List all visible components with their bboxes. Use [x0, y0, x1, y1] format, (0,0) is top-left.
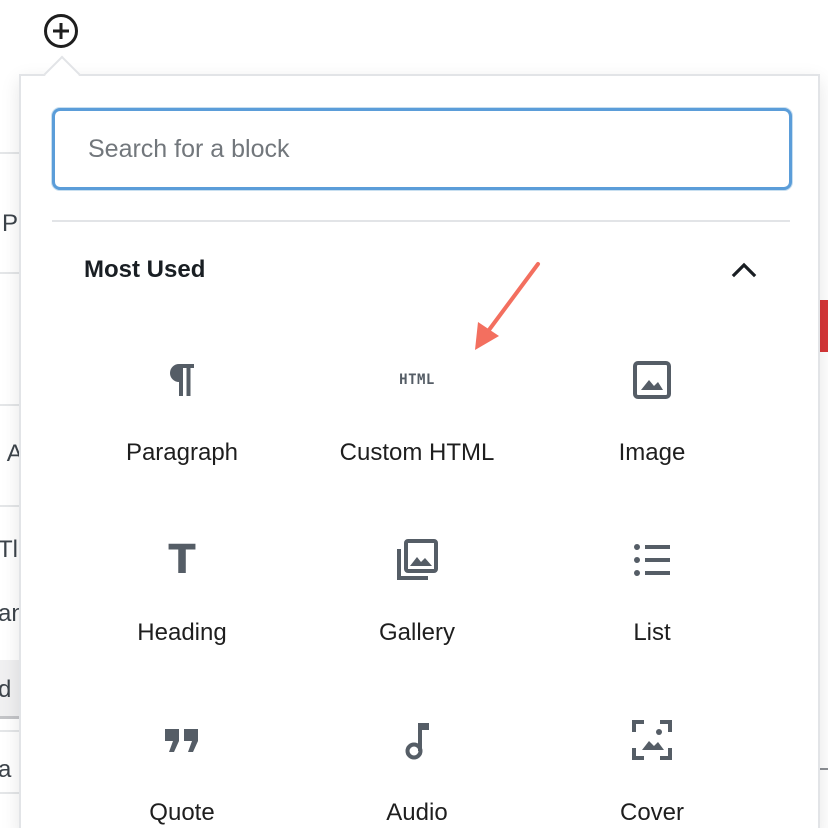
search-input[interactable]: [55, 111, 789, 187]
block-paragraph[interactable]: Paragraph: [65, 306, 299, 486]
editor-viewport: P n A Tl an d ra Most Used: [0, 0, 828, 828]
list-icon: [628, 536, 676, 584]
background-text: P: [2, 210, 19, 237]
block-audio[interactable]: Audio: [300, 666, 534, 828]
heading-icon-text: T: [168, 537, 196, 583]
block-label: Custom HTML: [339, 439, 495, 466]
block-list: Paragraph HTML Custom HTML Image T Headi…: [65, 306, 769, 828]
image-icon: [628, 356, 676, 404]
block-heading[interactable]: T Heading: [65, 486, 299, 666]
block-quote[interactable]: Quote: [65, 666, 299, 828]
block-label: Image: [618, 439, 686, 466]
block-label: Audio: [386, 799, 448, 826]
add-block-button[interactable]: [43, 13, 79, 49]
block-list-item[interactable]: List: [535, 486, 769, 666]
search-field[interactable]: [52, 108, 792, 190]
block-image[interactable]: Image: [535, 306, 769, 486]
quote-icon: [158, 716, 206, 764]
background-divider: [0, 505, 20, 507]
block-label: Gallery: [378, 619, 456, 646]
paragraph-icon: [158, 356, 206, 404]
background-divider: [0, 730, 20, 732]
background-divider: [0, 404, 20, 406]
background-text: Tl: [0, 536, 18, 563]
html-icon: HTML: [393, 356, 441, 404]
block-inserter-popover: Most Used Paragraph HTML Custom: [19, 74, 820, 828]
background-divider: [0, 272, 20, 274]
chevron-up-icon: [731, 262, 757, 278]
plus-circle-icon: [44, 14, 78, 48]
background-divider: [0, 152, 20, 154]
block-gallery[interactable]: Gallery: [300, 486, 534, 666]
block-label: Heading: [137, 619, 227, 646]
background-divider: [0, 792, 20, 794]
block-label: Paragraph: [125, 439, 239, 466]
gallery-icon: [393, 536, 441, 584]
block-label: List: [633, 619, 671, 646]
divider: [52, 220, 790, 222]
block-label: Quote: [149, 799, 215, 826]
cover-icon: [628, 716, 676, 764]
background-text: d: [0, 676, 12, 703]
heading-icon: T: [158, 536, 206, 584]
block-custom-html[interactable]: HTML Custom HTML: [300, 306, 534, 486]
panel-title: Most Used: [84, 256, 206, 283]
most-used-panel-toggle[interactable]: Most Used: [52, 238, 790, 302]
audio-icon: [393, 716, 441, 764]
html-icon-text: HTML: [399, 372, 435, 388]
block-cover[interactable]: Cover: [535, 666, 769, 828]
background-text: ra: [0, 756, 12, 783]
block-label: Cover: [619, 799, 685, 826]
